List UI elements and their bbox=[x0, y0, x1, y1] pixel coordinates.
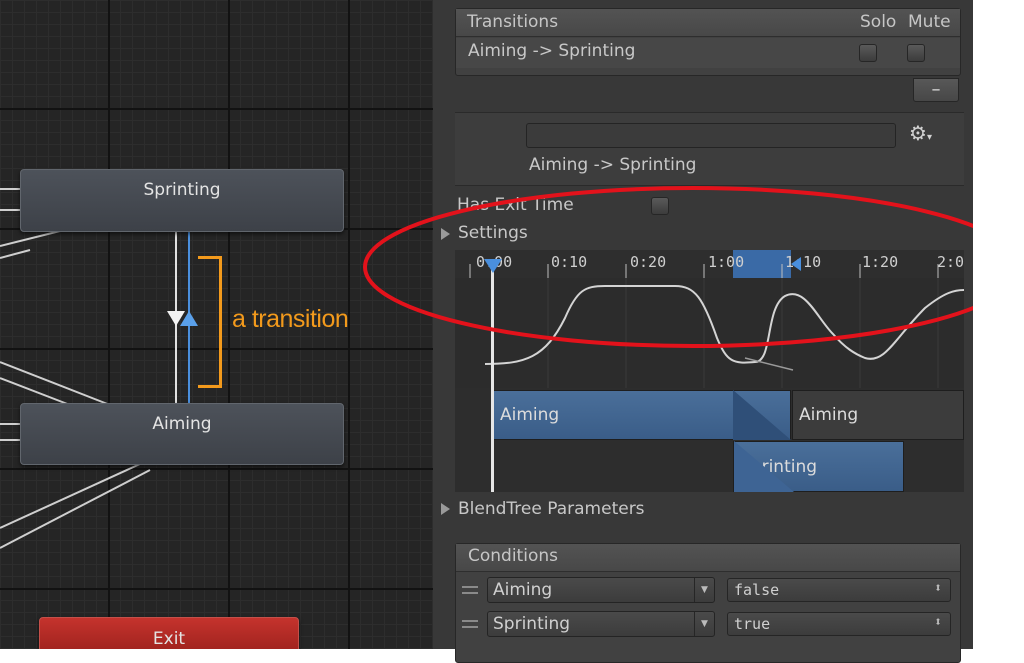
condition-row[interactable]: Aiming ▼ false ⬍ bbox=[456, 575, 960, 605]
condition-row[interactable]: Sprinting ▼ true ⬍ bbox=[456, 609, 960, 639]
up-down-arrow-icon: ⬍ bbox=[934, 581, 942, 596]
condition-parameter-select[interactable]: Sprinting ▼ bbox=[487, 611, 715, 637]
dropdown-arrow-icon: ▼ bbox=[694, 578, 714, 602]
state-name: Aiming bbox=[152, 414, 212, 434]
blend-triangle bbox=[733, 390, 791, 440]
state-node-sprinting[interactable]: Sprinting bbox=[20, 169, 344, 232]
mute-checkbox[interactable] bbox=[907, 44, 925, 62]
conditions-title: Conditions bbox=[468, 546, 558, 566]
blendtree-foldout-icon[interactable] bbox=[441, 503, 450, 515]
source-clip-label: Aiming bbox=[500, 405, 560, 425]
transition-bracket bbox=[198, 256, 222, 388]
solo-label: Solo bbox=[860, 12, 897, 32]
state-name: Exit bbox=[152, 629, 186, 649]
minus-icon: – bbox=[931, 79, 941, 100]
page-margin bbox=[973, 0, 1024, 649]
connection-line[interactable] bbox=[0, 469, 151, 549]
drag-handle-icon[interactable] bbox=[462, 586, 478, 594]
transition-annotation: a transition bbox=[232, 305, 349, 333]
state-node-exit[interactable]: Exit bbox=[39, 617, 299, 649]
connection-line[interactable] bbox=[0, 377, 71, 406]
transitions-header: Transitions Solo Mute bbox=[456, 9, 960, 37]
conditions-header: Conditions bbox=[456, 544, 960, 572]
next-clip-label: Aiming bbox=[799, 405, 859, 425]
condition-value-select[interactable]: false ⬍ bbox=[727, 578, 951, 602]
transition-subtitle: Aiming -> Sprinting bbox=[529, 155, 697, 175]
target-fade-triangle bbox=[734, 441, 794, 492]
transition-row[interactable]: Aiming -> Sprinting bbox=[456, 38, 960, 68]
state-node-aiming[interactable]: Aiming bbox=[20, 403, 344, 465]
transition-name-input[interactable] bbox=[526, 123, 896, 148]
solo-checkbox[interactable] bbox=[859, 44, 877, 62]
transitions-title: Transitions bbox=[467, 12, 559, 32]
dropdown-arrow-icon: ▼ bbox=[694, 612, 714, 636]
mute-label: Mute bbox=[908, 12, 951, 32]
connection-line[interactable] bbox=[0, 463, 141, 529]
drag-handle-icon[interactable] bbox=[462, 620, 478, 628]
state-name: Sprinting bbox=[143, 180, 221, 200]
blendtree-parameters-label[interactable]: BlendTree Parameters bbox=[458, 499, 645, 519]
highlight-ellipse bbox=[363, 186, 1023, 348]
condition-parameter-select[interactable]: Aiming ▼ bbox=[487, 577, 715, 603]
condition-value-select[interactable]: true ⬍ bbox=[727, 612, 951, 636]
up-down-arrow-icon: ⬍ bbox=[934, 615, 942, 630]
transition-row-label: Aiming -> Sprinting bbox=[468, 41, 636, 61]
connection-line[interactable] bbox=[0, 249, 31, 259]
remove-transition-button[interactable]: – bbox=[913, 78, 959, 102]
gear-icon[interactable]: ⚙▾ bbox=[909, 121, 935, 147]
next-clip-bar[interactable]: Aiming bbox=[792, 390, 964, 440]
